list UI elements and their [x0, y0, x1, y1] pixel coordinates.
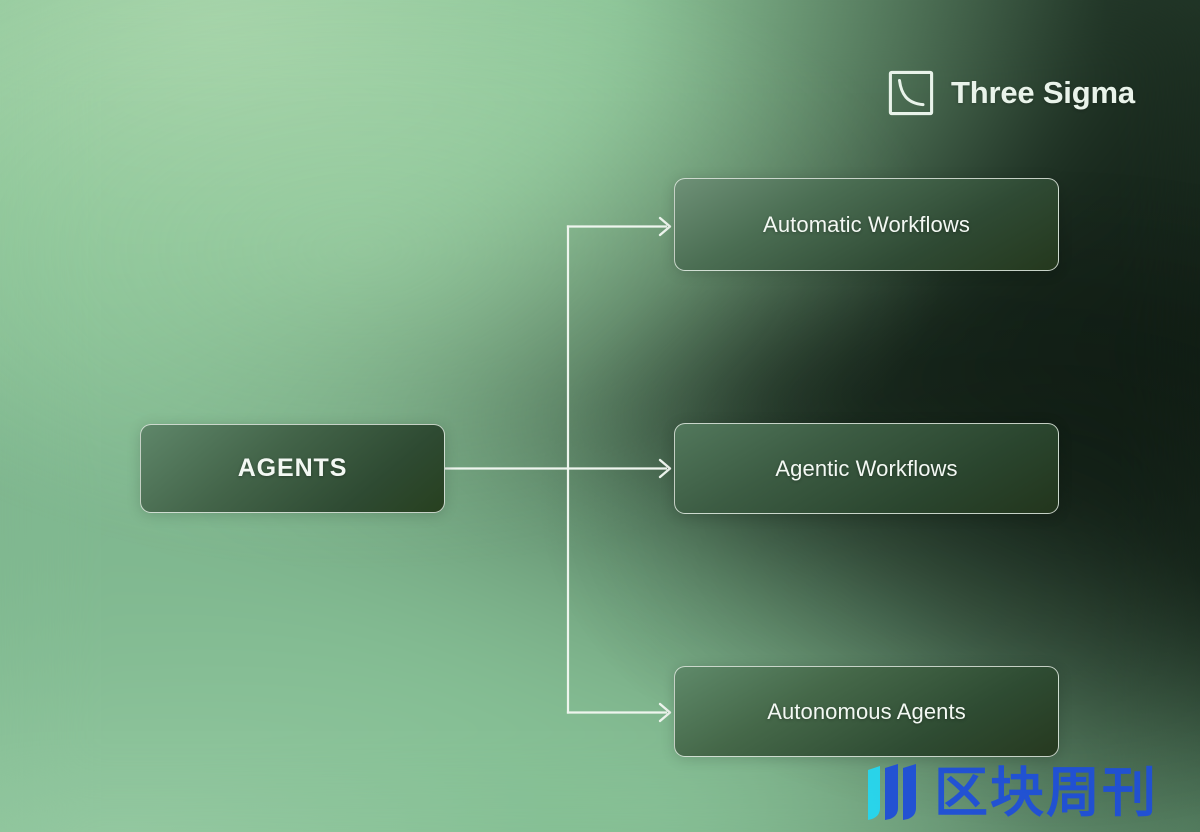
- brand-lockup: Three Sigma: [888, 70, 1135, 116]
- diagram-canvas: Three Sigma AGENTS Automatic Workflows A…: [0, 0, 1200, 832]
- node-agents-label: AGENTS: [237, 454, 348, 482]
- watermark-text: 区块周刊: [934, 761, 1158, 824]
- node-autonomous-agents[interactable]: Autonomous Agents: [674, 666, 1059, 757]
- brand-name: Three Sigma: [951, 75, 1135, 110]
- node-automatic-workflows[interactable]: Automatic Workflows: [674, 178, 1059, 271]
- blockchain-weekly-logo-icon: [868, 764, 916, 820]
- node-agents[interactable]: AGENTS: [140, 424, 445, 513]
- node-agentic-workflows-label: Agentic Workflows: [775, 455, 958, 481]
- node-agentic-workflows[interactable]: Agentic Workflows: [674, 423, 1059, 514]
- node-autonomous-agents-label: Autonomous Agents: [767, 698, 966, 724]
- node-automatic-workflows-label: Automatic Workflows: [763, 211, 970, 237]
- three-sigma-logo-icon: [888, 70, 934, 116]
- watermark: 区块周刊: [866, 762, 1158, 824]
